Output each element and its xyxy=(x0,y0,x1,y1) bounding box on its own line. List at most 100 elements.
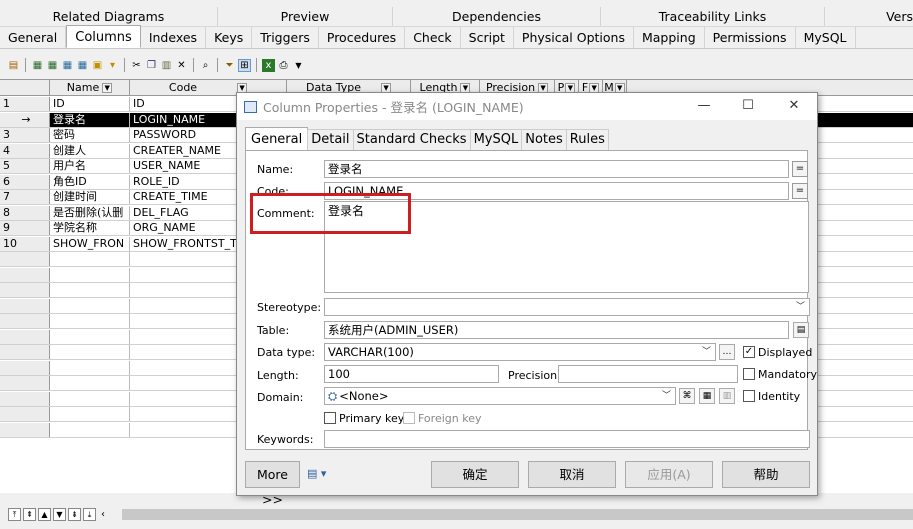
dialog-title-bar[interactable]: Column Properties - 登录名 (LOGIN_NAME) — ☐… xyxy=(237,93,817,120)
cell[interactable] xyxy=(50,376,130,390)
table-properties-icon[interactable]: ▤ xyxy=(793,322,809,338)
tab-mapping[interactable]: Mapping xyxy=(634,27,705,48)
data-type-browse-button[interactable]: … xyxy=(719,344,735,360)
create-domain-icon[interactable]: ▣ xyxy=(91,59,104,72)
minimize-icon[interactable]: — xyxy=(695,98,713,113)
grid-header-name[interactable]: Name ▼ xyxy=(50,80,130,95)
insert-row-icon[interactable]: ▦ xyxy=(46,59,59,72)
domain-properties-icon[interactable]: ▦ xyxy=(699,388,715,404)
data-type-combo[interactable]: VARCHAR(100) ﹀ xyxy=(324,343,716,361)
tab-general[interactable]: General xyxy=(0,27,67,48)
tab-traceability-links[interactable]: Traceability Links xyxy=(601,7,825,26)
identity-checkbox[interactable] xyxy=(743,390,755,402)
domain-delete-icon[interactable]: ▥ xyxy=(719,388,735,404)
dialog-tab-rules[interactable]: Rules xyxy=(565,129,609,151)
code-name-sync-button[interactable]: = xyxy=(792,183,808,199)
chevron-down-icon[interactable]: ﹀ xyxy=(662,388,671,404)
cell-name[interactable]: 角色ID xyxy=(50,174,130,189)
domain-combo[interactable]: ⛭ <None> ﹀ xyxy=(324,387,676,405)
displayed-checkbox[interactable]: ✓ xyxy=(743,346,755,358)
add-row-icon[interactable]: ▦ xyxy=(31,59,44,72)
help-button[interactable]: 帮助 xyxy=(722,461,810,488)
cell[interactable] xyxy=(50,283,130,297)
tab-versions[interactable]: Vers xyxy=(825,7,913,26)
copy-icon[interactable]: ❐ xyxy=(145,59,158,72)
chevron-down-icon[interactable]: ﹀ xyxy=(796,299,805,315)
name-field[interactable]: 登录名 xyxy=(324,160,789,178)
tab-keys[interactable]: Keys xyxy=(206,27,253,48)
customize-columns-icon[interactable]: ⊞ xyxy=(238,58,251,72)
tab-procedures[interactable]: Procedures xyxy=(319,27,406,48)
cell[interactable] xyxy=(50,407,130,421)
page-down-icon[interactable]: ⇟ xyxy=(68,507,81,521)
close-icon[interactable]: ✕ xyxy=(785,98,803,113)
tab-check[interactable]: Check xyxy=(405,27,461,48)
tab-related-diagrams[interactable]: Related Diagrams xyxy=(0,7,218,26)
cell-name[interactable]: 创建人 xyxy=(50,143,130,158)
dialog-tab-notes[interactable]: Notes xyxy=(521,129,567,151)
cell[interactable] xyxy=(50,329,130,344)
cell[interactable] xyxy=(50,422,130,437)
add-columns-icon[interactable]: ▦ xyxy=(61,59,74,72)
cancel-button[interactable]: 取消 xyxy=(528,461,616,488)
filter-funnel-icon[interactable]: ⏷ xyxy=(223,59,236,72)
cell[interactable] xyxy=(50,345,130,359)
cell[interactable] xyxy=(50,360,130,375)
filter-icon[interactable]: ▾ xyxy=(106,59,119,72)
tab-script[interactable]: Script xyxy=(461,27,514,48)
tab-dependencies[interactable]: Dependencies xyxy=(393,7,601,26)
cut-icon[interactable]: ✂ xyxy=(130,59,143,72)
delete-icon[interactable]: ✕ xyxy=(175,59,188,72)
cell-name[interactable]: ID xyxy=(50,97,130,111)
tab-columns[interactable]: Columns xyxy=(66,25,141,48)
cell[interactable] xyxy=(50,252,130,266)
find-icon[interactable]: ⌕ xyxy=(199,59,212,72)
dialog-tab-detail[interactable]: Detail xyxy=(307,129,354,151)
page-up-icon[interactable]: ⇞ xyxy=(23,507,36,521)
move-top-icon[interactable]: ⤒ xyxy=(8,507,21,521)
more-button[interactable]: More >> xyxy=(245,461,300,507)
horizontal-scrollbar[interactable] xyxy=(122,509,913,520)
dialog-tab-standard-checks[interactable]: Standard Checks xyxy=(352,129,471,151)
keywords-field[interactable] xyxy=(324,430,810,448)
tab-permissions[interactable]: Permissions xyxy=(705,27,796,48)
move-up-icon[interactable]: ▲ xyxy=(38,507,51,521)
excel-export-icon[interactable]: x xyxy=(262,58,275,72)
properties-icon[interactable]: ▤ xyxy=(7,59,20,72)
mandatory-checkbox[interactable] xyxy=(743,368,755,380)
cell-name[interactable]: 学院名称 xyxy=(50,221,130,235)
primary-key-checkbox[interactable] xyxy=(324,412,336,424)
dropdown-arrow-icon[interactable]: ▼ xyxy=(292,59,305,72)
name-code-sync-button[interactable]: = xyxy=(792,161,808,177)
cell-name[interactable]: SHOW_FRON xyxy=(50,236,130,251)
dialog-tab-mysql[interactable]: MySQL xyxy=(469,129,523,151)
cell-name[interactable]: 登录名 xyxy=(50,112,130,127)
tab-physical-options[interactable]: Physical Options xyxy=(514,27,634,48)
tab-triggers[interactable]: Triggers xyxy=(252,27,319,48)
tab-mysql[interactable]: MySQL xyxy=(796,27,856,48)
maximize-icon[interactable]: ☐ xyxy=(739,98,757,113)
move-down-icon[interactable]: ▼ xyxy=(53,507,66,521)
tab-preview[interactable]: Preview xyxy=(218,7,393,26)
foreign-key-checkbox[interactable] xyxy=(403,412,415,424)
cell-name[interactable]: 创建时间 xyxy=(50,190,130,204)
chevron-down-icon[interactable]: ▼ xyxy=(102,83,113,93)
cell[interactable] xyxy=(50,314,130,328)
stereotype-combo[interactable]: ﹀ xyxy=(324,298,810,316)
scroll-left-icon[interactable]: ‹ xyxy=(101,509,105,520)
paste-icon[interactable]: ▥ xyxy=(160,59,173,72)
ok-button[interactable]: 确定 xyxy=(431,461,519,488)
cell[interactable] xyxy=(50,298,130,313)
move-bottom-icon[interactable]: ⤓ xyxy=(83,507,96,521)
cell-name[interactable]: 用户名 xyxy=(50,159,130,173)
replicate-icon[interactable]: ▦ xyxy=(76,59,89,72)
cell[interactable] xyxy=(50,267,130,282)
precision-field[interactable] xyxy=(558,365,738,383)
print-dropdown-icon[interactable]: ▤ ▾ xyxy=(307,467,326,480)
length-field[interactable]: 100 xyxy=(324,365,499,383)
cell[interactable] xyxy=(50,391,130,406)
create-domain-icon[interactable]: ⌘ xyxy=(679,388,695,404)
print-icon[interactable]: ⎙ xyxy=(277,59,290,72)
chevron-down-icon[interactable]: ﹀ xyxy=(702,344,711,360)
cell-name[interactable]: 是否删除(认删 xyxy=(50,205,130,220)
